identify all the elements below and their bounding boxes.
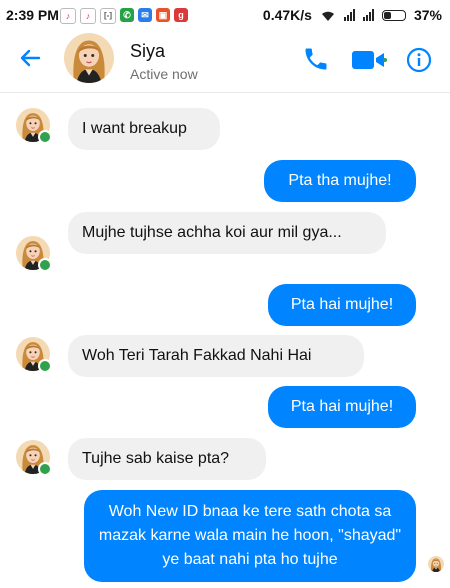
signal-icon [362, 9, 374, 21]
gallery-icon: g [174, 8, 188, 22]
sender-avatar[interactable] [16, 440, 52, 476]
sender-avatar[interactable] [16, 236, 52, 272]
back-arrow-icon[interactable] [18, 46, 42, 74]
status-time: 2:39 PM [6, 7, 59, 23]
sender-avatar[interactable] [16, 108, 52, 144]
seen-avatar [428, 556, 444, 572]
incoming-message[interactable]: Tujhe sab kaise pta? [68, 438, 266, 480]
online-dot [38, 130, 52, 144]
sender-avatar[interactable] [16, 337, 52, 373]
info-icon[interactable] [406, 47, 432, 78]
battery-icon [381, 9, 406, 21]
app-icon: ▣ [156, 8, 170, 22]
conversation-header: Siya Active now [0, 30, 450, 93]
incoming-message[interactable]: Mujhe tujhse achha koi aur mil gya... [68, 212, 386, 254]
network-speed: 0.47K/s [262, 7, 312, 23]
status-right: 0.47K/s 37% [263, 7, 442, 23]
sim-icon: [-] [100, 8, 116, 24]
contact-avatar[interactable] [64, 33, 114, 83]
outgoing-message[interactable]: Pta tha mujhe! [264, 160, 416, 202]
video-camera-icon[interactable] [352, 49, 388, 76]
notification-icons: ♪ ♪ [-] ✆ ✉ ▣ g [60, 8, 188, 24]
signal-icon [343, 9, 355, 21]
wifi-icon [321, 11, 334, 21]
incoming-message[interactable]: Woh Teri Tarah Fakkad Nahi Hai [68, 335, 364, 377]
battery-percent: 37% [413, 7, 442, 23]
tiktok-icon: ♪ [60, 8, 76, 24]
whatsapp-icon: ✆ [120, 8, 134, 22]
online-dot [38, 359, 52, 373]
status-bar: 2:39 PM ♪ ♪ [-] ✆ ✉ ▣ g 0.47K/s 37% [0, 0, 450, 30]
online-dot [38, 462, 52, 476]
online-dot [38, 258, 52, 272]
incoming-message[interactable]: I want breakup [68, 108, 220, 150]
outgoing-message[interactable]: Pta hai mujhe! [268, 386, 416, 428]
messenger-icon: ✉ [138, 8, 152, 22]
tiktok-icon: ♪ [80, 8, 96, 24]
presence-status: Active now [130, 66, 198, 82]
phone-icon[interactable] [302, 44, 330, 79]
outgoing-message[interactable]: Pta hai mujhe! [268, 284, 416, 326]
contact-name[interactable]: Siya [130, 41, 165, 62]
outgoing-message[interactable]: Woh New ID bnaa ke tere sath chota sa ma… [84, 490, 416, 582]
